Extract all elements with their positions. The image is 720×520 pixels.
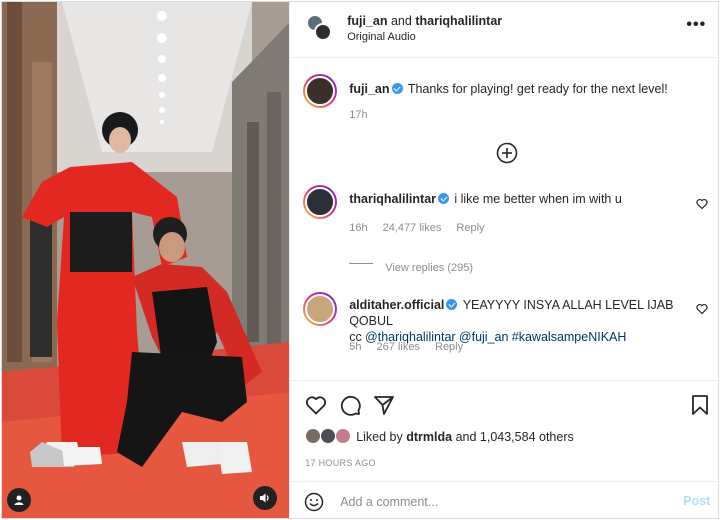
comment-text: i like me better when im with u	[454, 192, 622, 206]
likes-summary: Liked by dtrmlda and 1,043,584 others	[356, 430, 574, 444]
post-timestamp: 17 HOURS AGO	[305, 458, 376, 468]
post-actions: Liked by dtrmlda and 1,043,584 others 17…	[290, 380, 720, 518]
comment-2-meta: 5h 267 likes Reply	[349, 341, 475, 353]
caption-time: 17h	[349, 109, 368, 121]
add-comment-bar: Post	[290, 481, 720, 519]
liker-avatar[interactable]	[305, 428, 322, 444]
reply-button[interactable]: Reply	[456, 222, 484, 234]
comment-2: alditaher.official YEAYYYY INSYA ALLAH L…	[349, 297, 689, 345]
caption: fuji_an Thanks for playing! get ready fo…	[349, 82, 668, 96]
save-bookmark-icon[interactable]	[688, 393, 712, 417]
caption-text: Thanks for playing! get ready for the ne…	[407, 82, 668, 96]
caption-avatar[interactable]	[303, 74, 338, 108]
post-comment-button[interactable]: Post	[683, 494, 710, 508]
comment-likes[interactable]: 267 likes	[377, 341, 420, 353]
post-authors: fuji_an and thariqhalilintar	[347, 14, 502, 28]
likes-prefix: Liked by	[356, 430, 403, 444]
comment-1: thariqhalilintar i like me better when i…	[349, 192, 622, 206]
hashtag-link[interactable]: #kawalsampeNIKAH	[512, 330, 627, 344]
like-comment-heart-icon[interactable]	[696, 303, 708, 315]
comment-avatar-alditaher[interactable]	[303, 292, 338, 326]
post-photo	[2, 2, 290, 518]
verified-badge-icon	[391, 83, 403, 94]
comment-avatar-thariqhalilintar[interactable]	[303, 185, 338, 219]
load-more-comments-icon[interactable]	[496, 142, 518, 164]
authors-joiner: and	[390, 14, 412, 28]
comment-time: 5h	[349, 341, 362, 353]
caption-username[interactable]: fuji_an	[349, 82, 389, 96]
comment-username[interactable]: thariqhalilintar	[349, 192, 436, 206]
comment-likes[interactable]: 24,477 likes	[383, 222, 442, 234]
author-link-thariqhalilintar[interactable]: thariqhalilintar	[415, 14, 502, 28]
post-panel: fuji_an and thariqhalilintar Original Au…	[289, 2, 720, 518]
post-header: fuji_an and thariqhalilintar Original Au…	[290, 2, 720, 58]
comment-time: 16h	[349, 222, 368, 234]
speaker-icon	[260, 493, 269, 503]
avatar-thariqhalilintar[interactable]	[314, 23, 333, 41]
share-send-icon[interactable]	[372, 393, 396, 417]
post-media[interactable]	[2, 2, 290, 518]
like-heart-icon[interactable]	[304, 393, 328, 417]
comment-1-meta: 16h 24,477 likes Reply	[349, 222, 496, 234]
liker-avatar[interactable]	[335, 428, 352, 444]
liker-avatar[interactable]	[320, 428, 337, 444]
liker-username[interactable]: dtrmlda	[406, 430, 452, 444]
emoji-icon[interactable]	[304, 492, 324, 512]
person-icon	[14, 495, 24, 505]
author-link-fuji-an[interactable]: fuji_an	[347, 14, 387, 28]
comment-bubble-icon[interactable]	[338, 393, 362, 417]
post-modal: fuji_an and thariqhalilintar Original Au…	[1, 1, 720, 519]
add-comment-input[interactable]	[340, 492, 651, 512]
view-replies-button[interactable]: View replies (295)	[385, 262, 473, 274]
reply-button[interactable]: Reply	[435, 341, 463, 353]
like-comment-heart-icon[interactable]	[696, 198, 708, 210]
verified-badge-icon	[446, 299, 458, 310]
more-options-icon[interactable]: •••	[686, 16, 706, 34]
likes-others[interactable]: and 1,043,584 others	[456, 430, 574, 444]
comment-username[interactable]: alditaher.official	[349, 298, 444, 312]
audio-link[interactable]: Original Audio	[347, 31, 416, 43]
verified-badge-icon	[438, 193, 450, 204]
view-replies-divider	[349, 263, 374, 264]
tagged-users-button[interactable]	[7, 488, 31, 512]
